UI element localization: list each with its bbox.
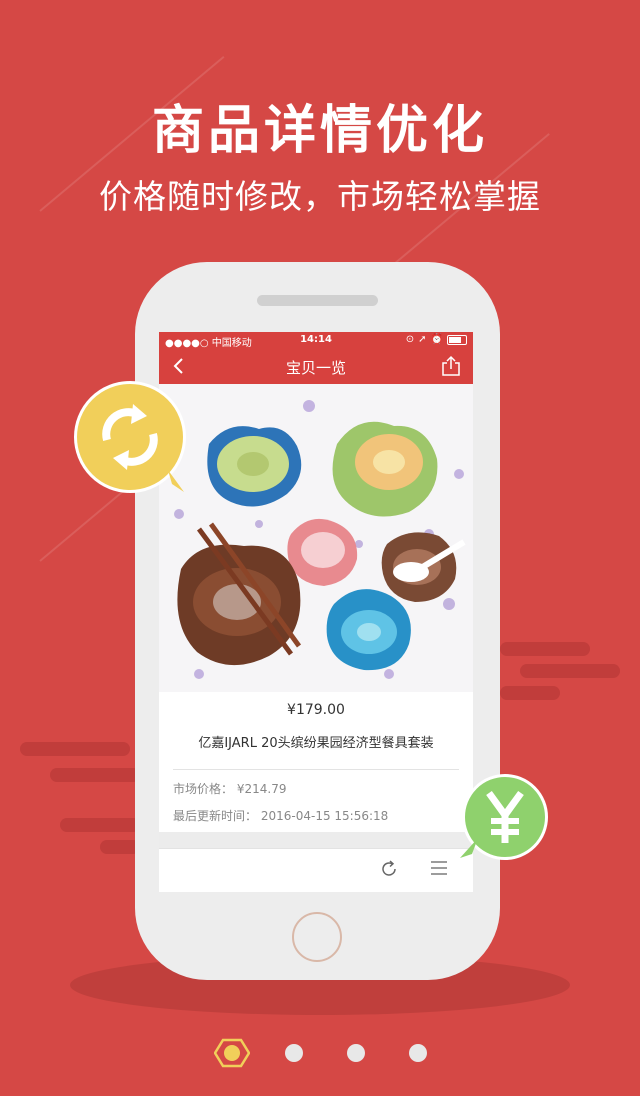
share-icon[interactable]: [441, 355, 461, 377]
phone-screen: ●●●●○ 中国移动 14:14 ⊙ ➚ ⏰ 宝贝一览 ¥179.00 亿嘉IJ…: [159, 332, 473, 892]
page-indicator: [0, 1038, 640, 1068]
product-name: 亿嘉IJARL 20头缤纷果园经济型餐具套装: [198, 736, 434, 751]
headline: 商品详情优化: [151, 101, 488, 161]
decor-stripe: [500, 642, 590, 656]
nav-title: 宝贝一览: [285, 359, 346, 377]
status-bar: ●●●●○ 中国移动 14:14 ⊙ ➚ ⏰: [159, 332, 473, 349]
product-image[interactable]: [159, 384, 473, 692]
decor-stripe: [50, 768, 140, 782]
phone-speaker: [257, 295, 378, 306]
page-dot[interactable]: [409, 1044, 427, 1062]
market-price-value: ¥214.79: [236, 782, 287, 796]
alarm-icon: ⏰: [430, 334, 443, 345]
updated-time-row: 最后更新时间： 2016-04-15 15:56:18: [159, 807, 473, 824]
updated-time-label: 最后更新时间：: [173, 809, 258, 823]
page-dot[interactable]: [347, 1044, 365, 1062]
decor-stripe: [20, 742, 130, 756]
page-dot[interactable]: [285, 1044, 303, 1062]
decor-stripe: [520, 664, 620, 678]
page-dot-active[interactable]: [214, 1038, 250, 1068]
product-price: ¥179.00: [287, 702, 345, 718]
refresh-icon[interactable]: [379, 859, 399, 879]
decor-stripe: [500, 686, 560, 700]
decor-stripe: [60, 818, 140, 832]
bottom-toolbar: [159, 848, 473, 892]
nav-bar: 宝贝一览: [159, 348, 473, 384]
phone-mockup: ●●●●○ 中国移动 14:14 ⊙ ➚ ⏰ 宝贝一览 ¥179.00 亿嘉IJ…: [135, 262, 500, 980]
product-photo: [159, 384, 473, 692]
section-gap: [159, 832, 473, 848]
market-price-label: 市场价格：: [173, 782, 234, 796]
home-button: [292, 912, 342, 962]
subheadline: 价格随时修改，市场轻松掌握: [99, 177, 541, 216]
divider: [173, 769, 459, 770]
market-price-row: 市场价格： ¥214.79: [159, 780, 473, 797]
yuan-bubble-tail: [460, 838, 478, 858]
location-icon: ➚: [418, 334, 427, 345]
decor-stripe: [100, 840, 140, 854]
sync-bubble-tail: [168, 470, 184, 492]
updated-time-value: 2016-04-15 15:56:18: [260, 809, 389, 823]
lock-rotation-icon: ⊙: [405, 334, 415, 345]
status-icons: ⊙ ➚ ⏰: [406, 334, 467, 345]
battery-icon: [447, 334, 467, 345]
menu-icon[interactable]: [431, 861, 447, 875]
